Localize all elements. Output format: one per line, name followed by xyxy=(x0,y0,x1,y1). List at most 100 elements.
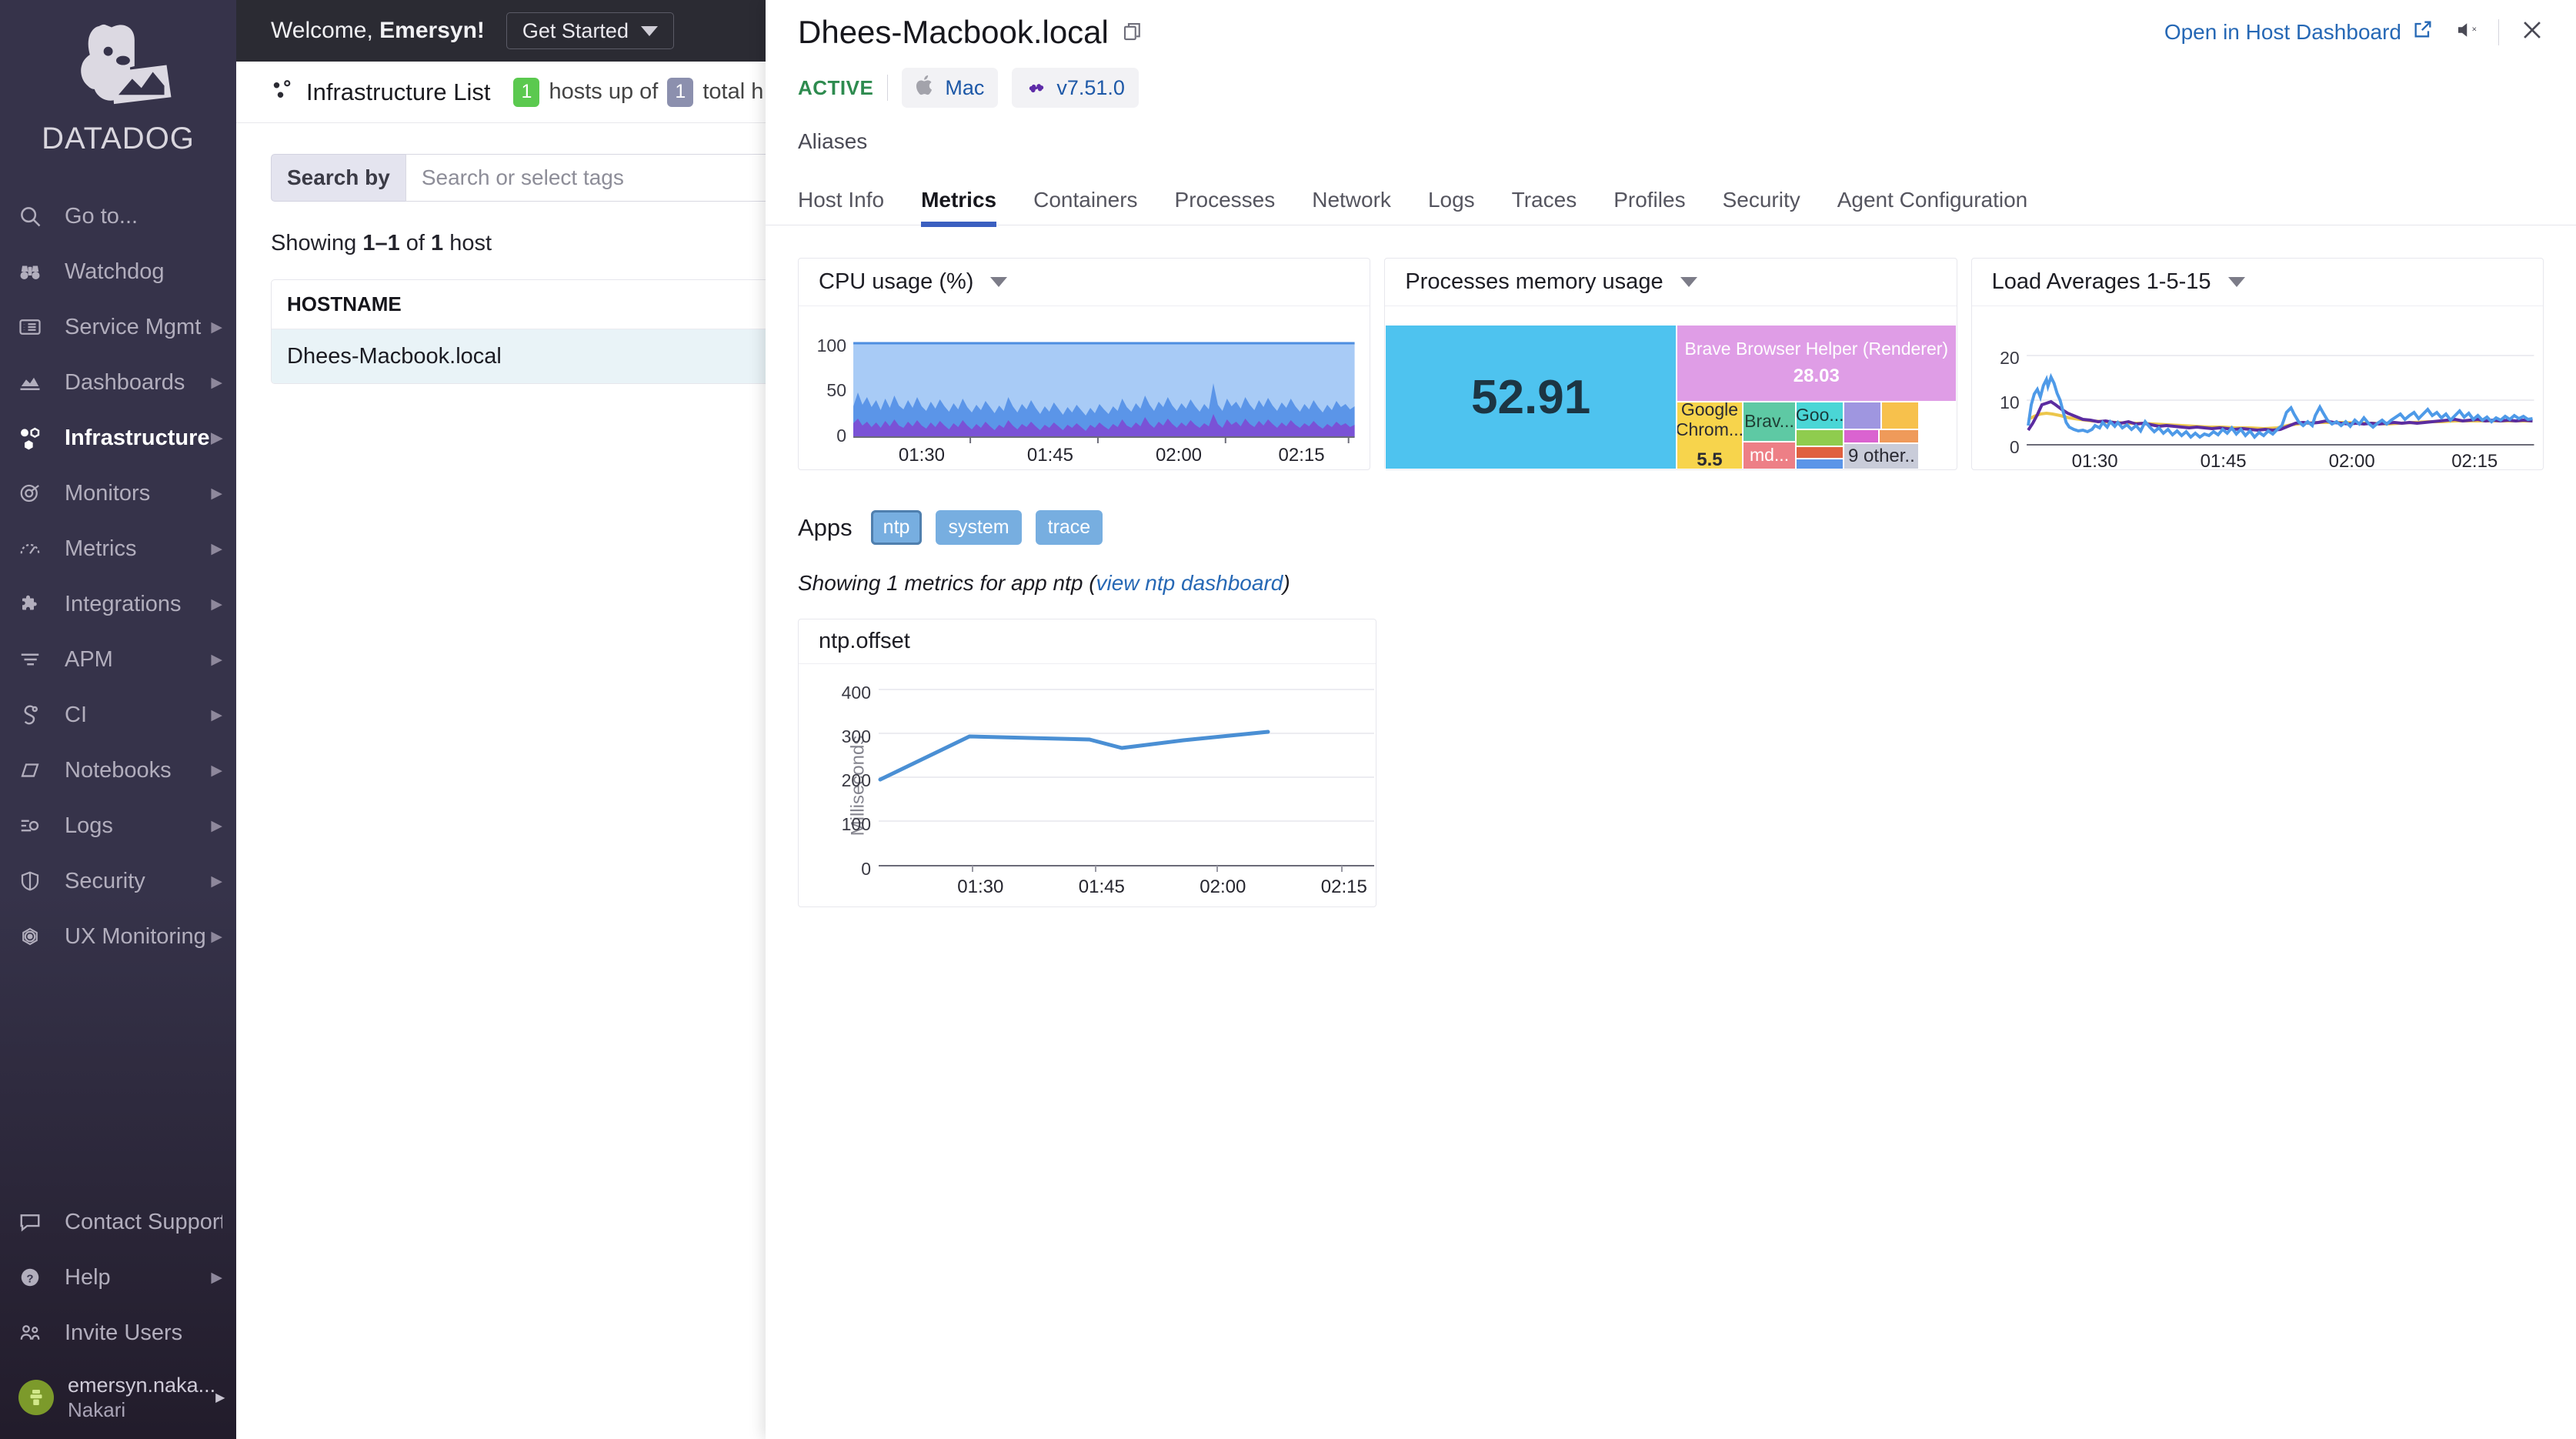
agent-version-chip[interactable]: v7.51.0 xyxy=(1012,68,1139,108)
sidebar-item-contact-support[interactable]: Contact Support xyxy=(0,1194,236,1250)
welcome-name: Emersyn! xyxy=(379,18,485,43)
close-icon[interactable] xyxy=(2519,17,2545,47)
sidebar: DATADOG Go to... Watchdog xyxy=(0,0,236,1439)
view-ntp-dashboard-link[interactable]: view ntp dashboard xyxy=(1096,571,1283,595)
sidebar-item-ci[interactable]: CI ▶ xyxy=(0,687,236,743)
tab-agent-configuration[interactable]: Agent Configuration xyxy=(1837,180,2028,225)
app-metrics-note: Showing 1 metrics for app ntp (view ntp … xyxy=(766,545,2576,596)
treemap-cell-value: 5.5 xyxy=(1697,449,1722,469)
datadog-bone-icon xyxy=(1026,75,1047,102)
user-name: emersyn.naka... xyxy=(68,1373,215,1398)
treemap-cell-9-other[interactable]: 9 other.. xyxy=(1844,443,1919,469)
sidebar-item-infrastructure[interactable]: Infrastructure ▶ xyxy=(0,410,236,466)
sidebar-item-help[interactable]: ? Help ▶ xyxy=(0,1250,236,1305)
search-icon xyxy=(18,205,52,228)
chevron-right-icon: ▶ xyxy=(211,540,222,558)
sidebar-item-metrics[interactable]: Metrics ▶ xyxy=(0,521,236,576)
tab-containers[interactable]: Containers xyxy=(1033,180,1137,225)
tab-logs[interactable]: Logs xyxy=(1428,180,1475,225)
svg-text:×: × xyxy=(2472,25,2478,35)
agent-version-label: v7.51.0 xyxy=(1056,76,1125,100)
tab-metrics[interactable]: Metrics xyxy=(921,180,996,225)
widget-title-bar[interactable]: CPU usage (%) xyxy=(799,259,1370,306)
sidebar-item-watchdog[interactable]: Watchdog xyxy=(0,244,236,299)
sidebar-item-ux-monitoring[interactable]: UX Monitoring ▶ xyxy=(0,909,236,964)
os-chip[interactable]: Mac xyxy=(902,68,998,108)
sidebar-item-dashboards[interactable]: Dashboards ▶ xyxy=(0,355,236,410)
app-tag-trace[interactable]: trace xyxy=(1036,510,1103,545)
aliases-label: Aliases xyxy=(798,129,2544,154)
sidebar-item-security[interactable]: Security ▶ xyxy=(0,853,236,909)
logo-wordmark: DATADOG xyxy=(42,122,195,156)
widget-title-bar[interactable]: Processes memory usage xyxy=(1385,259,1956,306)
treemap-cell-6[interactable] xyxy=(1844,402,1881,429)
puzzle-icon xyxy=(18,593,52,616)
widget-title-bar[interactable]: Load Averages 1-5-15 xyxy=(1972,259,2543,306)
mute-icon[interactable]: × xyxy=(2454,18,2478,45)
sidebar-item-monitors[interactable]: Monitors ▶ xyxy=(0,466,236,521)
open-in-host-dashboard-link[interactable]: Open in Host Dashboard xyxy=(2164,18,2434,45)
treemap-cell-label: Brave Browser Helper (Renderer) xyxy=(1681,339,1951,359)
tab-profiles[interactable]: Profiles xyxy=(1613,180,1685,225)
sidebar-nav: Go to... Watchdog Service Mgmt ▶ xyxy=(0,189,236,964)
chevron-down-icon[interactable] xyxy=(1680,277,1697,287)
treemap-cell-12[interactable] xyxy=(1796,459,1844,469)
chevron-down-icon xyxy=(641,26,658,36)
treemap-cell-google-chrome[interactable]: Google Chrom... 5.5 xyxy=(1677,402,1743,469)
sidebar-item-label: Metrics xyxy=(52,536,211,562)
chevron-right-icon: ▶ xyxy=(211,374,222,392)
hosts-up-text: hosts up of xyxy=(549,79,658,105)
notebook-icon xyxy=(18,759,52,782)
sidebar-item-notebooks[interactable]: Notebooks ▶ xyxy=(0,743,236,798)
datadog-logo[interactable]: DATADOG xyxy=(0,0,236,182)
sidebar-item-go-to[interactable]: Go to... xyxy=(0,189,236,244)
x-tick: 02:15 xyxy=(1321,876,1367,898)
users-icon xyxy=(18,1321,52,1344)
sidebar-item-invite-users[interactable]: Invite Users xyxy=(0,1305,236,1361)
sidebar-item-label: Integrations xyxy=(52,592,211,617)
treemap-cell-8[interactable] xyxy=(1796,429,1844,446)
showing-suffix: host xyxy=(443,231,492,255)
sidebar-item-apm[interactable]: APM ▶ xyxy=(0,632,236,687)
apple-icon xyxy=(916,74,936,102)
external-link-icon xyxy=(2412,18,2434,45)
treemap-cell-11[interactable] xyxy=(1796,446,1844,459)
sidebar-item-integrations[interactable]: Integrations ▶ xyxy=(0,576,236,632)
tab-processes[interactable]: Processes xyxy=(1175,180,1276,225)
tab-security[interactable]: Security xyxy=(1723,180,1800,225)
app-tag-ntp[interactable]: ntp xyxy=(871,510,923,545)
x-tick: 01:30 xyxy=(957,876,1003,898)
sidebar-item-logs[interactable]: Logs ▶ xyxy=(0,798,236,853)
search-by-label: Search by xyxy=(271,154,405,202)
treemap-cell-md[interactable]: md... xyxy=(1743,442,1796,469)
treemap-cell-goo[interactable]: Goo... xyxy=(1796,402,1844,429)
treemap-cell-10[interactable] xyxy=(1879,429,1920,443)
sidebar-item-label: CI xyxy=(52,703,211,728)
chevron-down-icon[interactable] xyxy=(2228,277,2245,287)
app-tag-system[interactable]: system xyxy=(936,510,1021,545)
tab-network[interactable]: Network xyxy=(1312,180,1391,225)
treemap-cell-primary[interactable]: 52.91 xyxy=(1385,325,1677,469)
load-lines-svg xyxy=(1972,306,2543,469)
sidebar-item-service-mgmt[interactable]: Service Mgmt ▶ xyxy=(0,299,236,355)
treemap: 52.91 Brave Browser Helper (Renderer) 28… xyxy=(1385,306,1956,469)
hosts-up-badge: 1 xyxy=(513,78,539,107)
user-account-row[interactable]: emersyn.naka... Nakari ▶ xyxy=(0,1361,236,1434)
tab-host-info[interactable]: Host Info xyxy=(798,180,884,225)
divider xyxy=(887,75,888,101)
treemap-cell-brave-renderer[interactable]: Brave Browser Helper (Renderer) 28.03 xyxy=(1677,325,1957,402)
get-started-button[interactable]: Get Started xyxy=(506,12,674,49)
widget-title: CPU usage (%) xyxy=(819,269,973,295)
sidebar-item-label: Service Mgmt xyxy=(52,315,211,340)
copy-icon[interactable] xyxy=(1121,14,1144,51)
sidebar-item-label: Contact Support xyxy=(52,1210,222,1235)
welcome-prefix: Welcome, xyxy=(271,18,379,43)
pipeline-icon xyxy=(18,703,52,726)
treemap-cell-brave[interactable]: Brav... xyxy=(1743,402,1796,442)
tab-traces[interactable]: Traces xyxy=(1512,180,1577,225)
chevron-down-icon[interactable] xyxy=(990,277,1007,287)
chevron-right-icon: ▶ xyxy=(211,319,222,336)
widget-title-bar[interactable]: ntp.offset xyxy=(799,619,1376,664)
treemap-cell-9[interactable] xyxy=(1844,429,1878,443)
treemap-cell-7[interactable] xyxy=(1881,402,1919,429)
